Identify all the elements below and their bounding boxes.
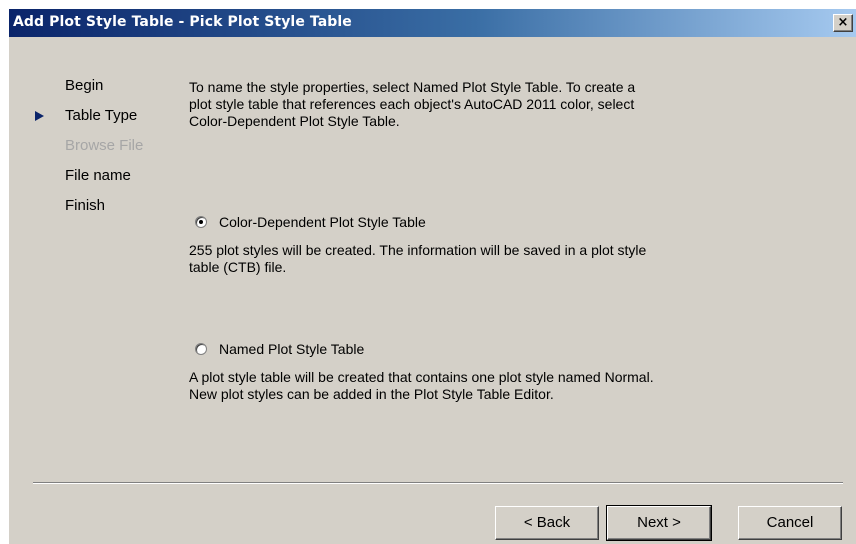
- title-bar[interactable]: Add Plot Style Table - Pick Plot Style T…: [9, 9, 856, 37]
- named-label[interactable]: Named Plot Style Table: [219, 341, 364, 357]
- option-named: Named Plot Style Table A plot style tabl…: [189, 339, 669, 403]
- plot-style-table-dialog: Add Plot Style Table - Pick Plot Style T…: [8, 8, 856, 544]
- cancel-button[interactable]: Cancel: [738, 506, 842, 540]
- wizard-steps: Begin Table Type Browse File File name F…: [27, 77, 167, 227]
- radio-unchecked-icon[interactable]: [195, 343, 207, 355]
- step-label: Begin: [65, 77, 104, 94]
- step-begin: Begin: [27, 77, 167, 107]
- named-radio[interactable]: Named Plot Style Table: [189, 339, 669, 359]
- step-file-name: File name: [27, 167, 167, 197]
- step-label: Finish: [65, 197, 106, 214]
- step-label: File name: [65, 167, 131, 184]
- step-browse-file: Browse File: [27, 137, 167, 167]
- back-button[interactable]: < Back: [495, 506, 599, 540]
- color-dependent-label[interactable]: Color-Dependent Plot Style Table: [219, 214, 426, 230]
- step-finish: Finish: [27, 197, 167, 227]
- step-table-type: Table Type: [27, 107, 167, 137]
- current-step-arrow-icon: [35, 111, 44, 121]
- option-color-dependent: Color-Dependent Plot Style Table 255 plo…: [189, 212, 669, 276]
- radio-dot-icon: [199, 220, 203, 224]
- close-button[interactable]: ×: [833, 14, 853, 32]
- window-title: Add Plot Style Table - Pick Plot Style T…: [13, 14, 352, 30]
- next-button[interactable]: Next >: [606, 505, 712, 541]
- step-label: Browse File: [65, 137, 144, 154]
- close-icon: ×: [837, 15, 849, 30]
- button-separator: [33, 482, 843, 484]
- named-description: A plot style table will be created that …: [189, 369, 654, 402]
- intro-text: To name the style properties, select Nam…: [189, 79, 636, 129]
- color-dependent-radio[interactable]: Color-Dependent Plot Style Table: [189, 212, 669, 232]
- color-dependent-description: 255 plot styles will be created. The inf…: [189, 242, 647, 275]
- step-label: Table Type: [65, 107, 138, 124]
- radio-checked-icon[interactable]: [195, 216, 207, 228]
